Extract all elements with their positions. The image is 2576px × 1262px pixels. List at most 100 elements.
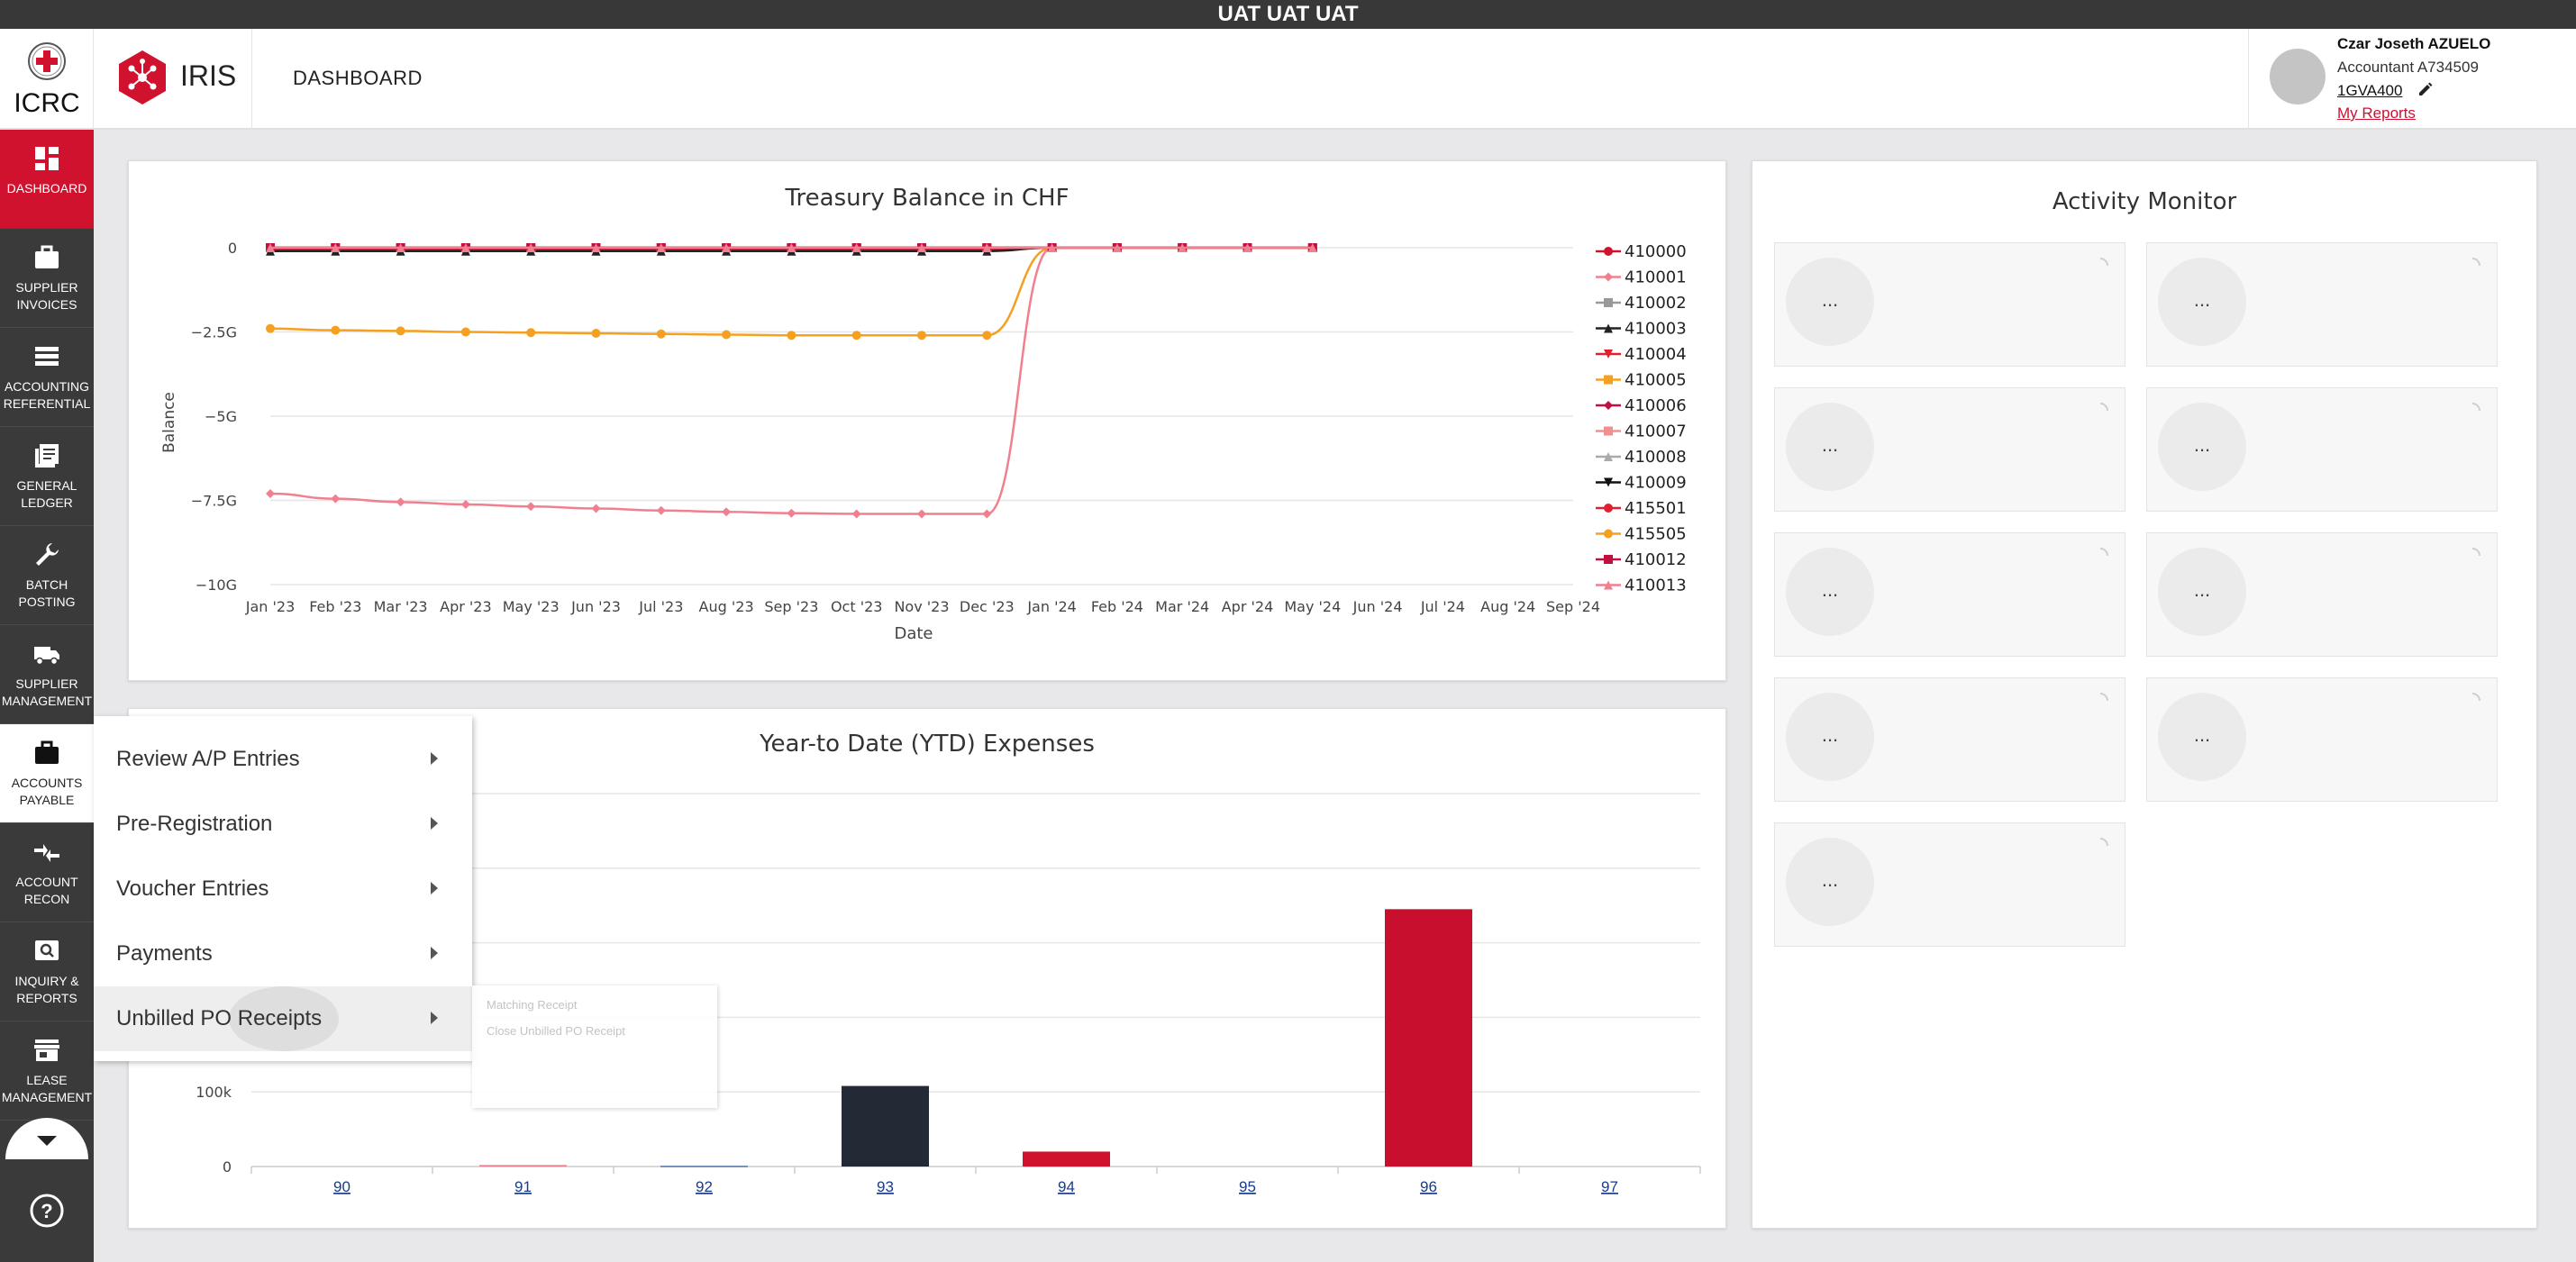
my-reports-link[interactable]: My Reports xyxy=(2337,104,2416,123)
menu-item-pre-registration[interactable]: Pre-Registration xyxy=(94,792,472,857)
activity-count-circle: ... xyxy=(2158,403,2246,491)
legend-item[interactable]: 410013 xyxy=(1596,577,1687,595)
sidebar-item-label: GENERAL LEDGER xyxy=(16,478,77,510)
menu-item-payments[interactable]: Payments xyxy=(94,922,472,986)
grid-lines xyxy=(270,247,1573,586)
activity-tile[interactable]: ... xyxy=(1774,242,2125,367)
data-point xyxy=(656,329,666,339)
x-tick-link[interactable]: 92 xyxy=(696,1178,713,1195)
x-tick-link[interactable]: 90 xyxy=(333,1178,350,1195)
legend-marker xyxy=(1604,426,1613,436)
y-tick-label: −5G xyxy=(205,408,237,425)
data-point xyxy=(460,499,470,509)
avatar[interactable] xyxy=(2270,49,2326,104)
activity-tile[interactable]: ... xyxy=(1774,677,2125,802)
sidebar-item-accounts-payable[interactable]: ACCOUNTS PAYABLE xyxy=(0,724,94,823)
y-tick-label: −7.5G xyxy=(191,493,237,510)
legend-item[interactable]: 410003 xyxy=(1596,320,1687,339)
activity-count-circle: ... xyxy=(1786,258,1874,346)
legend-marker xyxy=(1604,247,1613,256)
sidebar-item-supplier-management[interactable]: SUPPLIER MANAGEMENT xyxy=(0,625,94,724)
sidebar-item-account-recon[interactable]: ACCOUNT RECON xyxy=(0,823,94,922)
pencil-icon[interactable] xyxy=(2417,80,2435,98)
sidebar-item-label: INQUIRY & REPORTS xyxy=(14,974,79,1005)
briefcase-icon xyxy=(35,245,59,268)
activity-tile[interactable]: ... xyxy=(2146,242,2498,367)
legend-item[interactable]: 410006 xyxy=(1596,396,1687,415)
x-tick-label: Jun '24 xyxy=(1352,598,1403,615)
activity-tile[interactable]: ... xyxy=(1774,532,2125,657)
compress-icon xyxy=(34,844,59,862)
x-tick-label: Mar '23 xyxy=(374,598,428,615)
icrc-logo-link[interactable]: ICRC xyxy=(0,29,94,130)
loading-spinner-icon xyxy=(2471,548,2480,557)
business-unit-link[interactable]: 1GVA400 xyxy=(2337,82,2402,100)
legend-item[interactable]: 410007 xyxy=(1596,422,1687,441)
legend-marker xyxy=(1604,504,1613,513)
sidebar-item-dashboard[interactable]: DASHBOARD xyxy=(0,130,94,229)
data-point xyxy=(526,502,536,512)
data-point xyxy=(722,330,732,340)
sidebar-expand-button[interactable] xyxy=(5,1118,88,1159)
sidebar-item-lease-management[interactable]: LEASE MANAGEMENT xyxy=(0,1021,94,1121)
legend-item[interactable]: 410009 xyxy=(1596,474,1687,493)
legend-item[interactable]: 410001 xyxy=(1596,268,1687,287)
caret-right-icon xyxy=(431,817,438,830)
sidebar-item-inquiry-reports[interactable]: INQUIRY & REPORTS xyxy=(0,922,94,1021)
legend-item[interactable]: 415505 xyxy=(1596,525,1687,544)
legend-item[interactable]: 410005 xyxy=(1596,371,1687,390)
activity-tile[interactable]: ... xyxy=(1774,822,2125,947)
loading-spinner-icon xyxy=(2099,403,2108,412)
legend-marker xyxy=(1604,375,1613,385)
sidebar-item-batch-posting[interactable]: BATCH POSTING xyxy=(0,526,94,625)
x-tick-label: Apr '23 xyxy=(440,598,492,615)
x-tick-link[interactable]: 96 xyxy=(1420,1178,1437,1195)
x-tick-link[interactable]: 94 xyxy=(1058,1178,1075,1195)
menu-item-voucher-entries[interactable]: Voucher Entries xyxy=(94,857,472,922)
legend-item[interactable]: 410008 xyxy=(1596,448,1687,467)
sidebar-item-label: ACCOUNTS PAYABLE xyxy=(11,776,83,807)
activity-tile[interactable]: ... xyxy=(1774,387,2125,512)
iris-home-link[interactable]: IRIS xyxy=(94,29,252,130)
x-axis-ticks: Jan '23 Feb '23 Mar '23 Apr '23 May '23 Jun '… xyxy=(245,598,1600,615)
unbilled-po-submenu: Matching Receipt Close Unbilled PO Recei… xyxy=(472,985,717,1108)
activity-tile[interactable]: ... xyxy=(2146,532,2498,657)
x-tick-label: Sep '24 xyxy=(1546,598,1600,615)
sidebar-item-accounting-referential[interactable]: ACCOUNTING REFERENTIAL xyxy=(0,328,94,427)
chart-legend: 410000 410001 410002 410003 410004 410005 4100… xyxy=(1596,242,1687,595)
submenu-item-matching-receipt[interactable]: Matching Receipt xyxy=(487,998,577,1012)
sidebar-item-general-ledger[interactable]: GENERAL LEDGER xyxy=(0,427,94,526)
wrench-icon xyxy=(36,543,59,566)
x-tick-link[interactable]: 95 xyxy=(1239,1178,1256,1195)
activity-tile[interactable]: ... xyxy=(2146,387,2498,512)
x-tick-label: Feb '23 xyxy=(309,598,361,615)
legend-item[interactable]: 410004 xyxy=(1596,345,1687,364)
help-icon[interactable]: ? xyxy=(29,1193,65,1229)
submenu-item-close-unbilled-po-receipt[interactable]: Close Unbilled PO Receipt xyxy=(487,1024,625,1038)
menu-item-review-ap-entries[interactable]: Review A/P Entries xyxy=(94,727,472,792)
x-tick-label: May '24 xyxy=(1284,598,1341,615)
x-tick-label: Feb '24 xyxy=(1091,598,1143,615)
bar-92[interactable] xyxy=(660,1166,748,1167)
legend-item[interactable]: 415501 xyxy=(1596,499,1687,518)
legend-item[interactable]: 410002 xyxy=(1596,294,1687,313)
x-tick-label: Aug '24 xyxy=(1480,598,1535,615)
data-point xyxy=(331,325,341,335)
x-tick-label: Oct '23 xyxy=(831,598,883,615)
bar-91[interactable] xyxy=(479,1165,567,1167)
x-tick-link[interactable]: 93 xyxy=(877,1178,894,1195)
legend-item[interactable]: 410012 xyxy=(1596,550,1687,569)
activity-count-value: ... xyxy=(2193,288,2211,311)
bar-96[interactable] xyxy=(1385,909,1472,1167)
activity-tile[interactable]: ... xyxy=(2146,677,2498,802)
x-tick-link[interactable]: 97 xyxy=(1601,1178,1618,1195)
x-tick-link[interactable]: 91 xyxy=(514,1178,532,1195)
sidebar-item-supplier-invoices[interactable]: SUPPLIER INVOICES xyxy=(0,229,94,328)
data-point xyxy=(591,328,601,338)
menu-item-unbilled-po-receipts[interactable]: Unbilled PO Receipts xyxy=(94,986,472,1051)
legend-marker xyxy=(1604,529,1613,539)
environment-banner: UAT UAT UAT xyxy=(0,0,2576,29)
bar-93[interactable] xyxy=(842,1085,929,1167)
legend-item[interactable]: 410000 xyxy=(1596,242,1687,261)
bar-94[interactable] xyxy=(1023,1151,1110,1167)
